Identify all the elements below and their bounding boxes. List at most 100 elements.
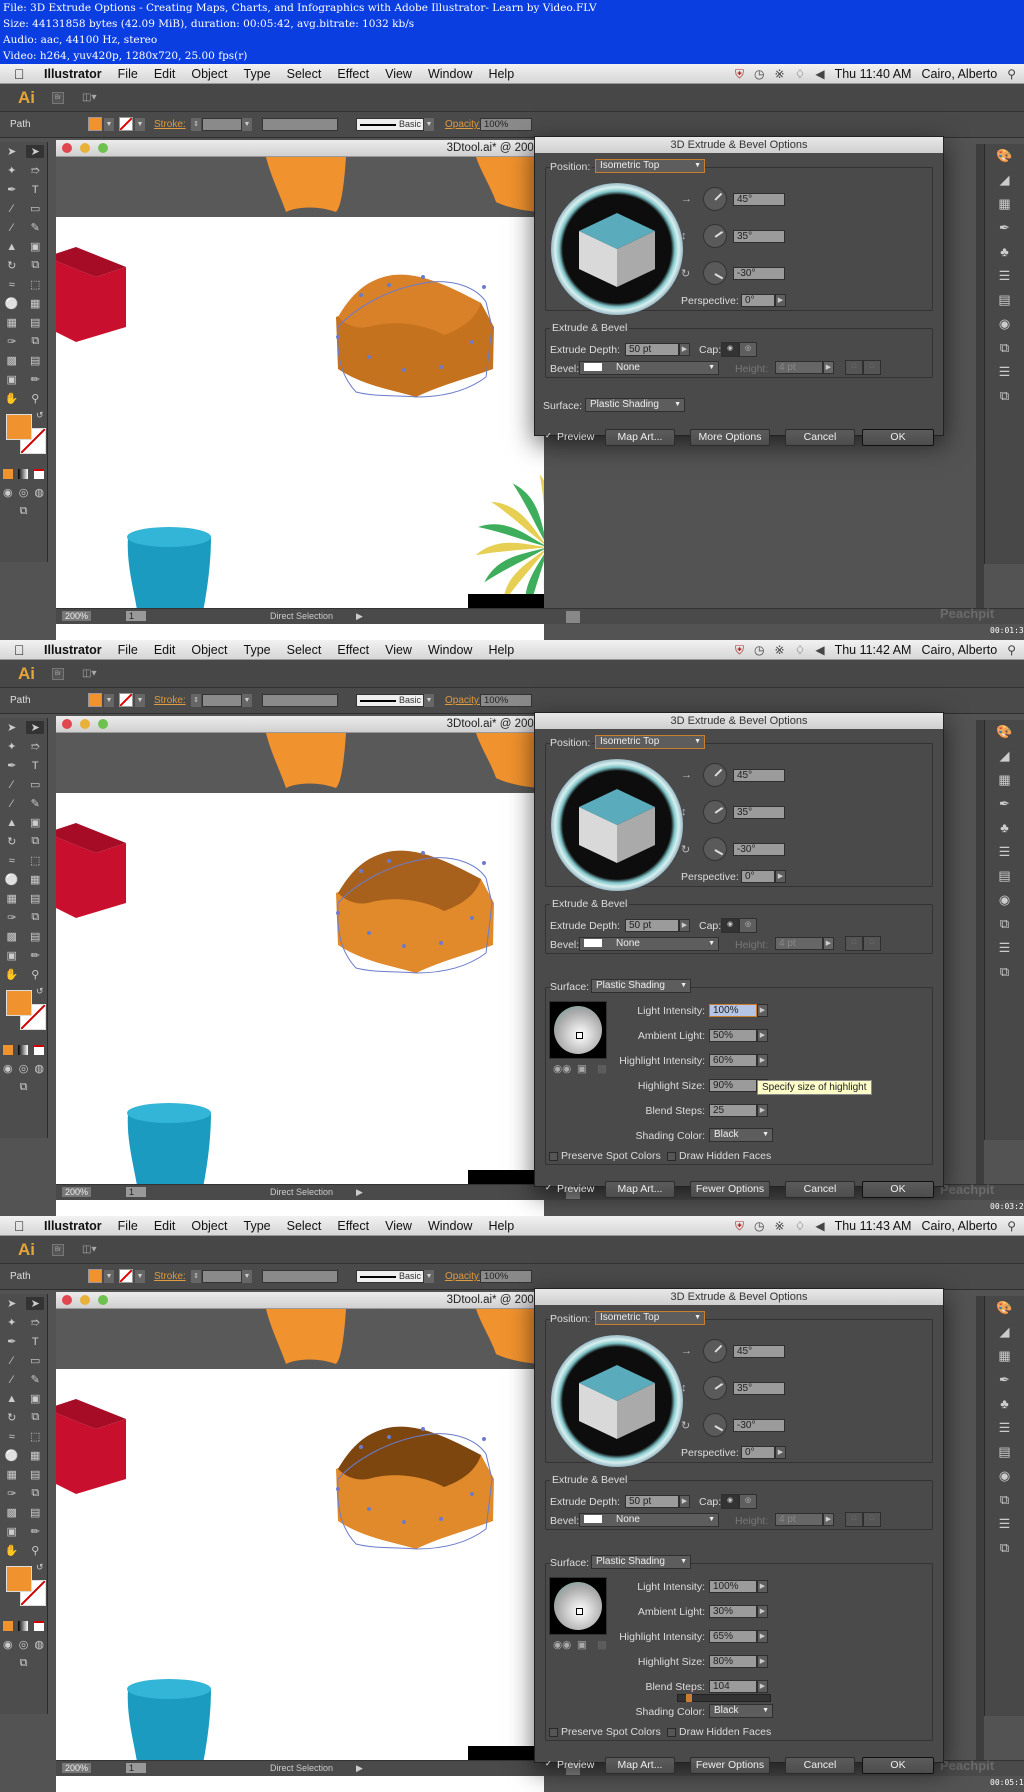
stroke-panel-icon[interactable]: ☰ [985, 264, 1024, 288]
minimize-window-button[interactable] [80, 1295, 90, 1305]
color-mode-icon[interactable] [2, 1044, 13, 1055]
direct-selection-tool-icon[interactable]: ➤ [26, 1297, 45, 1310]
light-sphere-preview[interactable] [549, 1001, 607, 1059]
highlight-size-slider-arrow[interactable]: ▶ [757, 1655, 768, 1668]
blob-brush-tool-icon[interactable]: ▲ [3, 241, 21, 253]
time-machine-icon[interactable]: ◷ [754, 643, 764, 657]
artboard-tool-icon[interactable]: ▣ [3, 373, 21, 386]
swatches-panel-icon[interactable]: ▦ [985, 192, 1024, 216]
brush-definition[interactable]: Basic [356, 1270, 424, 1283]
magic-wand-tool-icon[interactable]: ✦ [3, 740, 21, 753]
symbol-sprayer-tool-icon[interactable]: ▩ [3, 354, 21, 367]
spotlight-search-icon[interactable]: ⚲ [1007, 1219, 1016, 1233]
fill-swatch[interactable] [88, 1269, 102, 1283]
status-menu-arrow[interactable]: ▶ [356, 1763, 363, 1774]
highlight-size-field[interactable]: 80% [709, 1655, 757, 1668]
type-tool-icon[interactable]: T [26, 1336, 44, 1348]
bridge-button[interactable]: Br [52, 668, 64, 680]
track-cube[interactable] [551, 759, 683, 891]
map-art-button[interactable]: Map Art... [605, 1757, 675, 1774]
paintbrush-tool-icon[interactable]: ⁄ [3, 1374, 21, 1386]
light-intensity-slider-arrow[interactable]: ▶ [757, 1580, 768, 1593]
extrude-depth-field[interactable]: 50 pt [625, 343, 679, 356]
screen-mode-icon[interactable]: ⧉ [15, 1081, 33, 1094]
zoom-window-button[interactable] [98, 1295, 108, 1305]
menu-type[interactable]: Type [236, 643, 279, 657]
rotate-tool-icon[interactable]: ↻ [3, 259, 21, 272]
variable-width-profile[interactable] [262, 1270, 338, 1283]
stroke-panel-icon[interactable]: ☰ [985, 840, 1024, 864]
fill-color-swatch[interactable] [6, 414, 32, 440]
vertical-scrollbar[interactable] [976, 144, 984, 608]
menu-select[interactable]: Select [279, 1219, 330, 1233]
stroke-weight-field[interactable] [202, 118, 242, 131]
hand-tool-icon[interactable]: ✋ [3, 968, 21, 981]
eraser-tool-icon[interactable]: ▣ [26, 1392, 44, 1405]
preview-checkbox[interactable]: ✓ [545, 432, 554, 441]
zoom-tool-icon[interactable]: ⚲ [26, 392, 44, 405]
close-window-button[interactable] [62, 143, 72, 153]
scale-tool-icon[interactable]: ⧉ [26, 259, 44, 272]
position-select[interactable]: Isometric Top ▼ [595, 159, 705, 173]
artboards-panel-icon[interactable]: ⧉ [985, 384, 1024, 408]
color-panel-icon[interactable]: 🎨 [985, 144, 1024, 168]
menu-app-name[interactable]: Illustrator [36, 1219, 110, 1233]
apple-menu-icon[interactable]:  [14, 1219, 28, 1233]
extrude-depth-slider-arrow[interactable]: ▶ [679, 919, 690, 932]
selection-tool-icon[interactable]: ➤ [3, 145, 21, 158]
stroke-weight-field[interactable] [202, 1270, 242, 1283]
rectangle-tool-icon[interactable]: ▭ [26, 202, 44, 215]
appearance-panel-icon[interactable]: ⧉ [985, 1488, 1024, 1512]
antivirus-icon[interactable]: ⛨ [735, 643, 744, 658]
color-mode-icon[interactable] [2, 468, 13, 479]
blob-brush-tool-icon[interactable]: ▲ [3, 817, 21, 829]
arrange-documents-icon[interactable]: ◫▾ [82, 668, 104, 680]
draw-inside-icon[interactable]: ◍ [31, 1638, 47, 1651]
y-axis-rotation-field[interactable]: 35° [733, 806, 785, 819]
horizontal-scroll-thumb[interactable] [566, 611, 580, 623]
wifi-icon[interactable]: ♢ [795, 643, 806, 657]
menu-effect[interactable]: Effect [329, 67, 377, 81]
antivirus-icon[interactable]: ⛨ [735, 67, 744, 82]
highlight-intensity-slider-arrow[interactable]: ▶ [757, 1630, 768, 1643]
status-tool-name[interactable]: Direct Selection [270, 1187, 333, 1197]
width-tool-icon[interactable]: ≈ [3, 1431, 21, 1443]
z-axis-rotation-field[interactable]: -30° [733, 843, 785, 856]
direct-selection-tool-icon[interactable]: ➤ [26, 145, 45, 158]
perspective-field[interactable]: 0° [741, 1446, 775, 1459]
draw-normal-icon[interactable]: ◉ [0, 486, 16, 499]
perspective-grid-tool-icon[interactable]: ▦ [26, 873, 44, 886]
shading-color-select[interactable]: Black ▼ [709, 1704, 773, 1718]
brushes-panel-icon[interactable]: ✒ [985, 792, 1024, 816]
menu-window[interactable]: Window [420, 643, 480, 657]
color-guide-icon[interactable]: ◢ [985, 168, 1024, 192]
menu-window[interactable]: Window [420, 67, 480, 81]
spotlight-search-icon[interactable]: ⚲ [1007, 643, 1016, 657]
blend-tool-icon[interactable]: ⧉ [26, 335, 44, 348]
shape-builder-tool-icon[interactable]: ⚪ [3, 297, 21, 310]
brushes-panel-icon[interactable]: ✒ [985, 216, 1024, 240]
menu-object[interactable]: Object [183, 67, 235, 81]
opacity-field[interactable]: 100% [480, 118, 532, 131]
menu-edit[interactable]: Edit [146, 67, 184, 81]
close-window-button[interactable] [62, 1295, 72, 1305]
draw-hidden-faces-checkbox[interactable] [667, 1152, 676, 1161]
y-axis-rotation-field[interactable]: 35° [733, 230, 785, 243]
layers-panel-icon[interactable]: ☰ [985, 936, 1024, 960]
direct-selection-tool-icon[interactable]: ➤ [26, 721, 45, 734]
rotate-tool-icon[interactable]: ↻ [3, 1411, 21, 1424]
brush-dropdown[interactable]: ▼ [424, 694, 434, 707]
draw-inside-icon[interactable]: ◍ [31, 486, 47, 499]
scale-tool-icon[interactable]: ⧉ [26, 835, 44, 848]
lasso-tool-icon[interactable]: ➱ [26, 740, 44, 753]
line-tool-icon[interactable]: ∕ [3, 779, 21, 791]
magic-wand-tool-icon[interactable]: ✦ [3, 1316, 21, 1329]
slice-tool-icon[interactable]: ✏ [26, 1525, 44, 1538]
pen-tool-icon[interactable]: ✒ [3, 759, 21, 772]
x-axis-rotation-field[interactable]: 45° [733, 1345, 785, 1358]
gradient-mode-icon[interactable] [18, 1044, 29, 1055]
free-transform-tool-icon[interactable]: ⬚ [26, 854, 44, 867]
stroke-dropdown-arrow[interactable]: ▼ [135, 1270, 145, 1283]
gradient-tool-icon[interactable]: ▤ [26, 316, 44, 329]
graph-tool-icon[interactable]: ▤ [26, 930, 44, 943]
